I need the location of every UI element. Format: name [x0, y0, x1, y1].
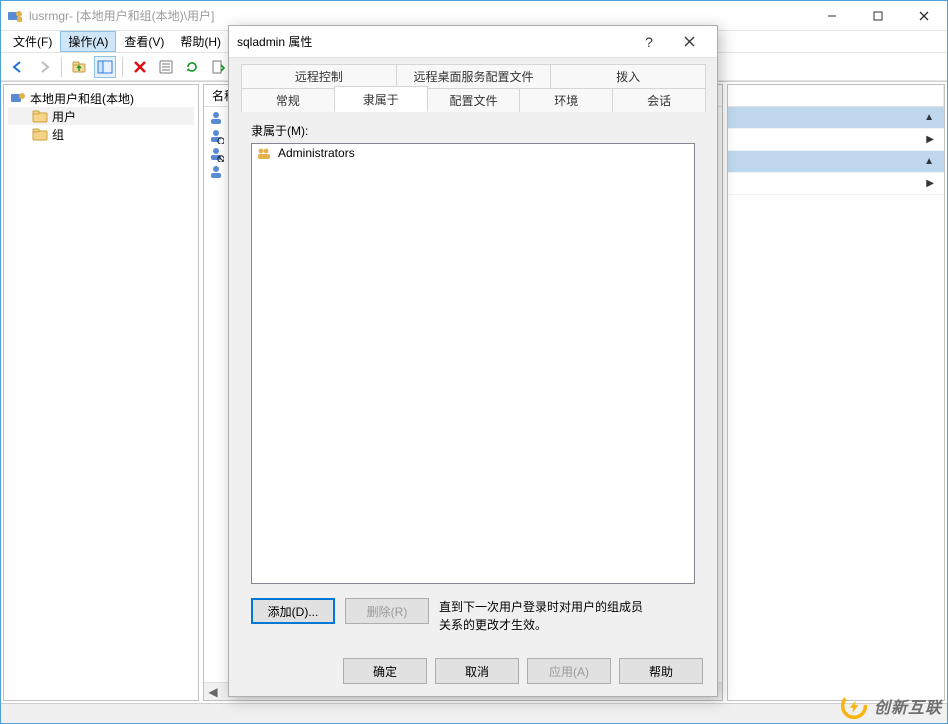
properties-button[interactable]	[155, 56, 177, 78]
dialog-title: sqladmin 属性	[237, 33, 312, 50]
forward-button[interactable]	[33, 56, 55, 78]
tab-memberof[interactable]: 隶属于	[334, 86, 428, 112]
ok-button[interactable]: 确定	[343, 658, 427, 684]
dialog-footer: 确定 取消 应用(A) 帮助	[229, 646, 717, 696]
tab-profile[interactable]: 配置文件	[427, 88, 521, 112]
tab-session[interactable]: 会话	[612, 88, 706, 112]
refresh-button[interactable]	[181, 56, 203, 78]
memberof-label: 隶属于(M):	[251, 122, 695, 139]
dialog-titlebar: sqladmin 属性 ?	[229, 26, 717, 58]
actions-pane: ▲ ▶ ▲ ▶	[727, 84, 945, 701]
close-button[interactable]	[901, 1, 947, 31]
group-icon	[256, 145, 272, 161]
watermark: 创新互联	[840, 692, 942, 720]
tab-env[interactable]: 环境	[519, 88, 613, 112]
tree: 本地用户和组(本地) 用户 组	[4, 85, 198, 147]
maximize-button[interactable]	[855, 1, 901, 31]
properties-dialog: sqladmin 属性 ? 远程控制 远程桌面服务配置文件 拨入 常规 隶属于 …	[228, 25, 718, 697]
chevron-right-icon: ▶	[926, 178, 934, 189]
user-icon	[208, 110, 224, 126]
tree-item-label: 用户	[52, 108, 76, 125]
memberof-item[interactable]: Administrators	[252, 144, 694, 162]
actions-item[interactable]: ▶	[728, 173, 944, 195]
actions-item[interactable]: ▶	[728, 129, 944, 151]
chevron-right-icon: ▶	[926, 134, 934, 145]
watermark-text: 创新互联	[874, 694, 942, 718]
cancel-button[interactable]: 取消	[435, 658, 519, 684]
statusbar	[1, 703, 947, 723]
tree-root-label: 本地用户和组(本地)	[30, 90, 134, 107]
tab-remote-control[interactable]: 远程控制	[241, 64, 397, 88]
apply-button[interactable]: 应用(A)	[527, 658, 611, 684]
user-disabled-icon	[208, 146, 224, 162]
watermark-icon	[840, 692, 868, 720]
add-button[interactable]: 添加(D)...	[251, 598, 335, 624]
dialog-body: 隶属于(M): Administrators 添加(D)... 删除(R) 直到…	[229, 112, 717, 646]
tab-row-2: 常规 隶属于 配置文件 环境 会话	[229, 88, 717, 112]
memberof-note: 直到下一次用户登录时对用户的组成员关系的更改才生效。	[439, 598, 649, 634]
tab-rds-profile[interactable]: 远程桌面服务配置文件	[396, 64, 552, 88]
user-icon	[208, 164, 224, 180]
collapse-up-icon: ▲	[924, 156, 934, 167]
export-list-button[interactable]	[207, 56, 229, 78]
back-button[interactable]	[7, 56, 29, 78]
menu-action[interactable]: 操作(A)	[60, 31, 116, 52]
app-icon	[7, 8, 23, 24]
dialog-close-button[interactable]	[669, 26, 709, 58]
title-suffix: - [本地用户和组(本地)\用户]	[69, 7, 214, 24]
user-disabled-icon	[208, 128, 224, 144]
actions-list: ▲ ▶ ▲ ▶	[728, 107, 944, 700]
actions-header	[728, 85, 944, 107]
title-prefix: lusrmgr	[29, 9, 69, 23]
folder-icon	[32, 126, 48, 142]
remove-button[interactable]: 删除(R)	[345, 598, 429, 624]
memberof-list[interactable]: Administrators	[251, 143, 695, 584]
tree-pane: 本地用户和组(本地) 用户 组	[3, 84, 199, 701]
memberof-item-label: Administrators	[278, 146, 355, 160]
memberof-controls: 添加(D)... 删除(R) 直到下一次用户登录时对用户的组成员关系的更改才生效…	[251, 598, 695, 634]
tree-item-groups[interactable]: 组	[8, 125, 194, 143]
actions-group-header[interactable]: ▲	[728, 151, 944, 173]
minimize-button[interactable]	[809, 1, 855, 31]
collapse-up-icon: ▲	[924, 112, 934, 123]
tab-dialin[interactable]: 拨入	[550, 64, 706, 88]
folder-icon	[32, 108, 48, 124]
users-groups-icon	[10, 90, 26, 106]
tree-root[interactable]: 本地用户和组(本地)	[8, 89, 194, 107]
delete-button[interactable]	[129, 56, 151, 78]
menu-view[interactable]: 查看(V)	[116, 31, 172, 52]
scroll-left-button[interactable]: ◀	[204, 683, 222, 701]
dialog-help-button[interactable]: ?	[629, 26, 669, 58]
up-button[interactable]	[68, 56, 90, 78]
tab-row-1: 远程控制 远程桌面服务配置文件 拨入	[229, 58, 717, 88]
tree-item-users[interactable]: 用户	[8, 107, 194, 125]
actions-group-header[interactable]: ▲	[728, 107, 944, 129]
help-button[interactable]: 帮助	[619, 658, 703, 684]
tree-item-label: 组	[52, 126, 64, 143]
show-hide-tree-button[interactable]	[94, 56, 116, 78]
menu-help[interactable]: 帮助(H)	[172, 31, 229, 52]
tab-general[interactable]: 常规	[241, 88, 335, 112]
menu-file[interactable]: 文件(F)	[5, 31, 60, 52]
